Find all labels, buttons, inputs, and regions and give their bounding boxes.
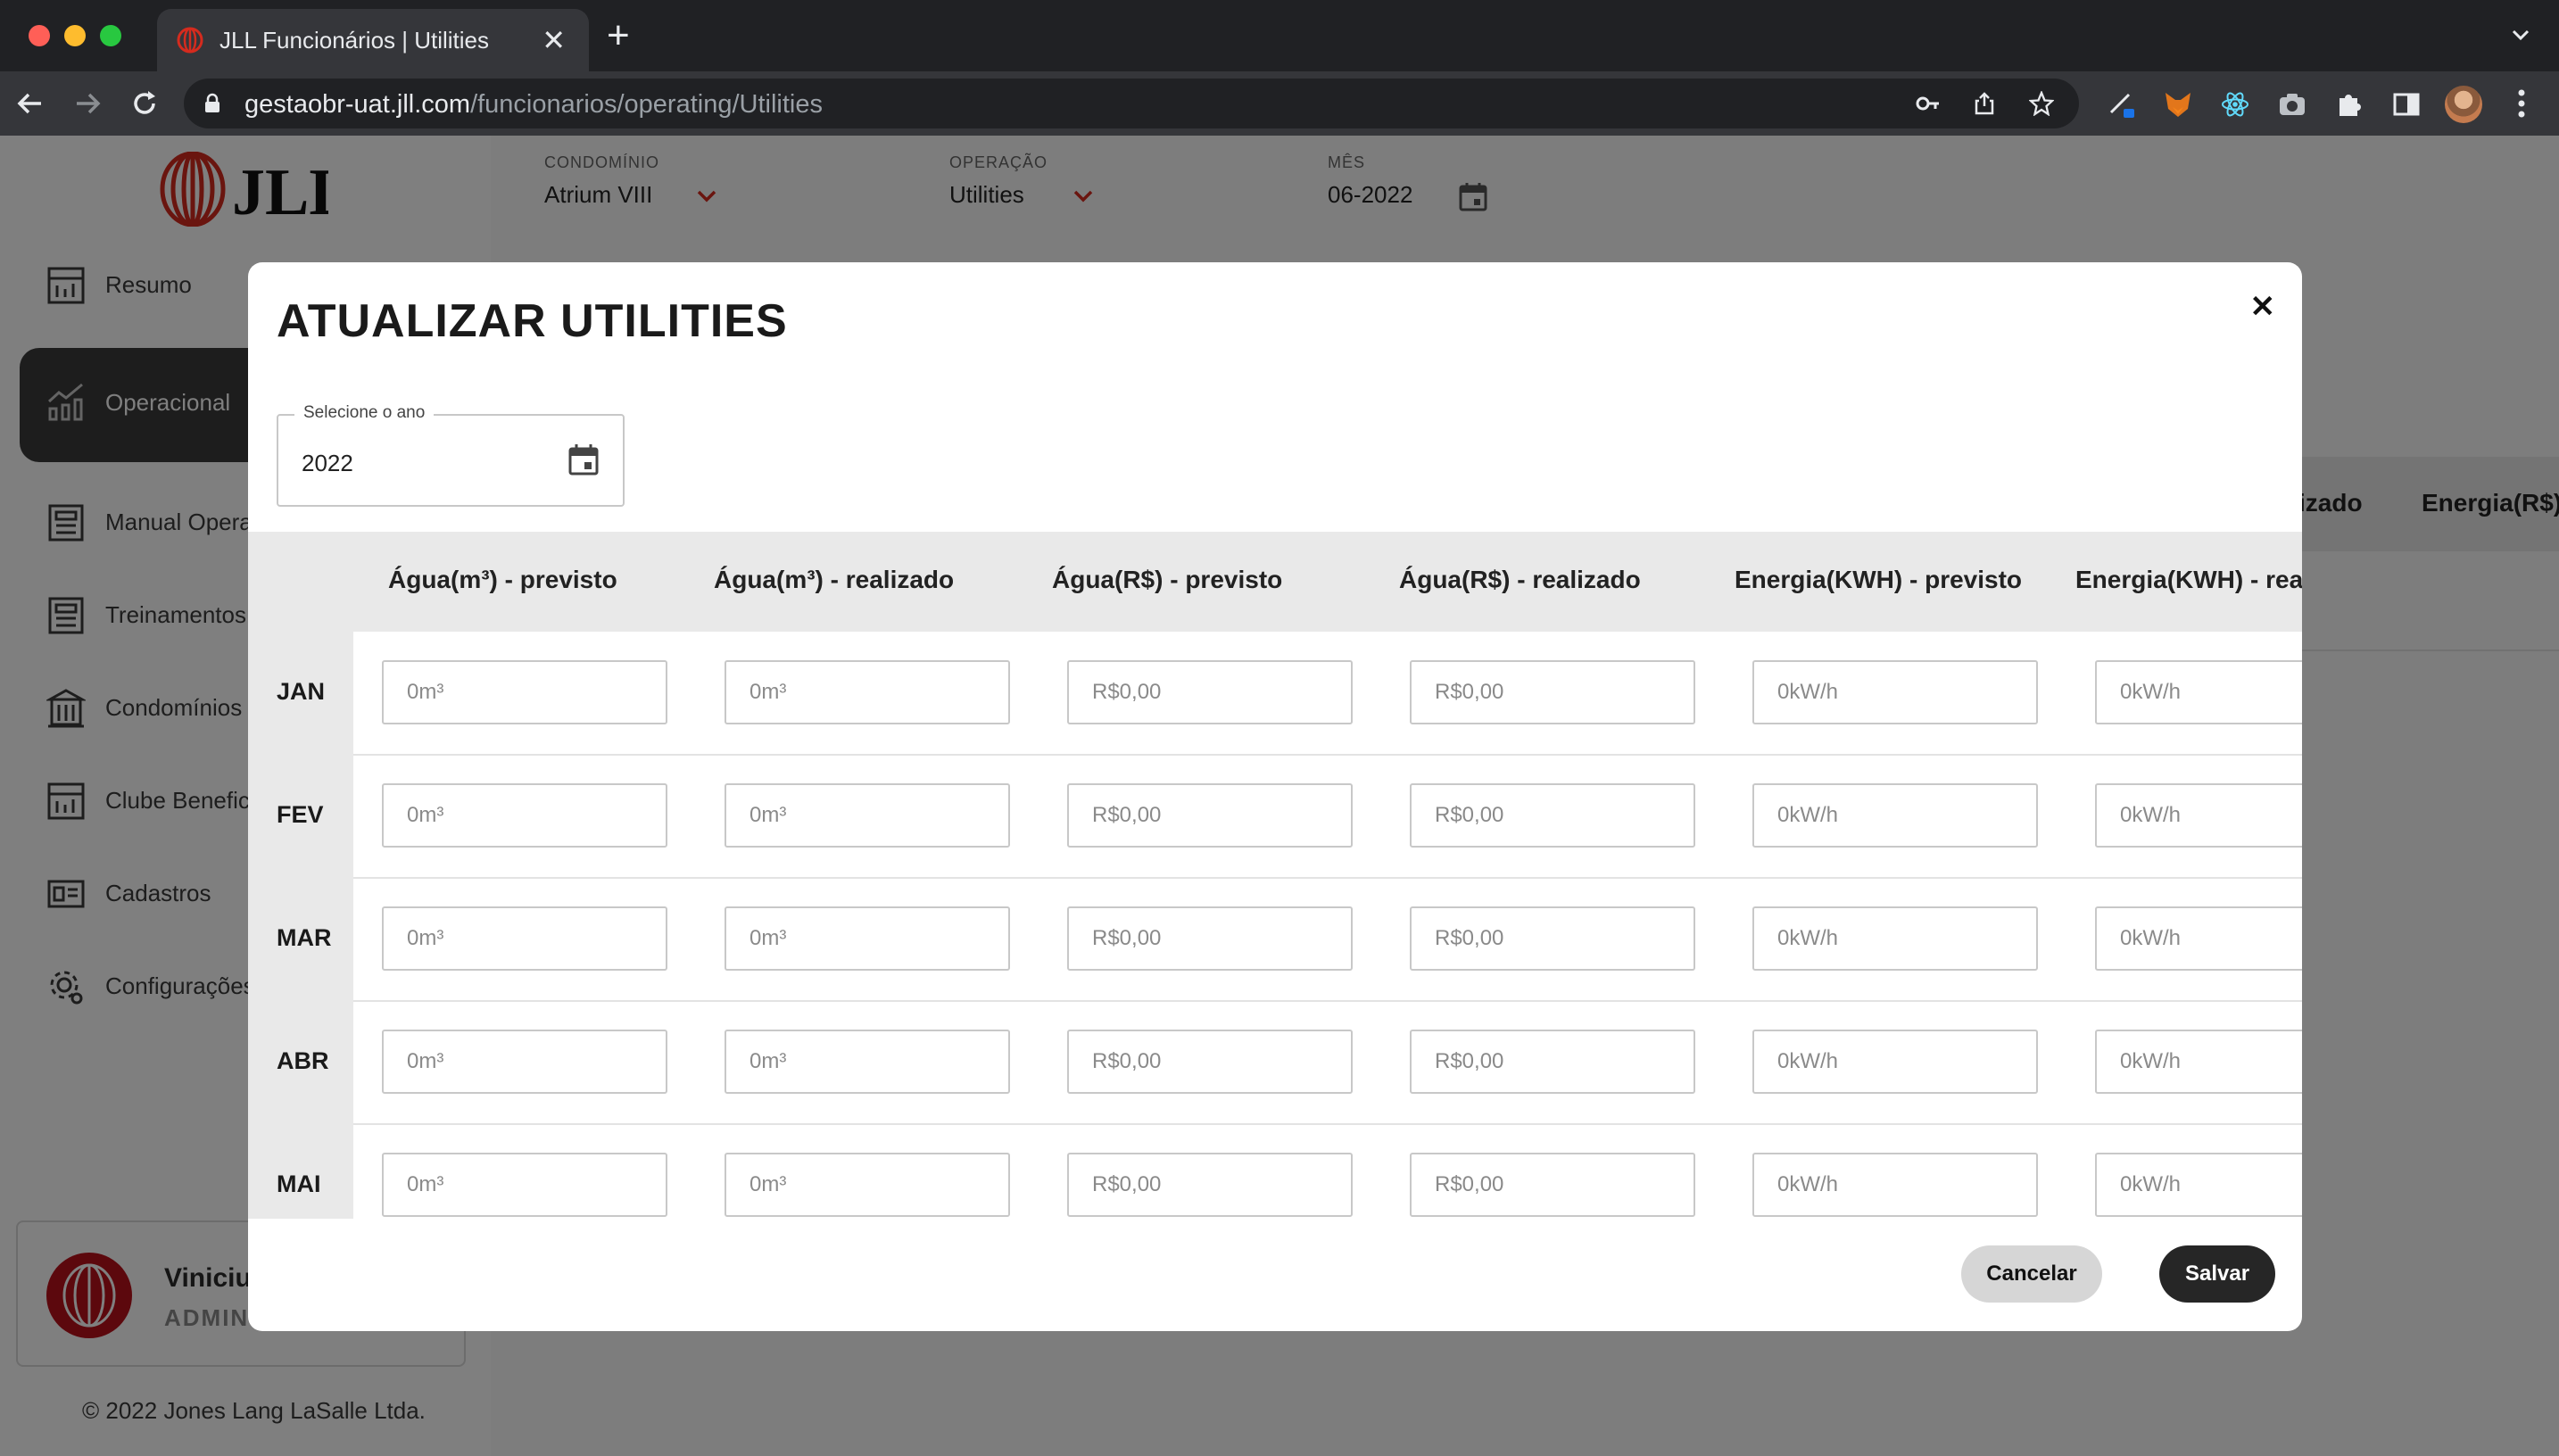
fox-extension-icon[interactable] (2163, 89, 2193, 120)
save-button[interactable]: Salvar (2159, 1245, 2275, 1303)
agua-rs-previsto-input[interactable]: R$0,00 (1067, 906, 1353, 971)
table-row: 0m³ 0m³ R$0,00 R$0,00 0kW/h 0kW/h (353, 755, 2302, 879)
browser-tab[interactable]: JLL Funcionários | Utilities ✕ (157, 9, 589, 71)
close-icon[interactable]: ✕ (2250, 289, 2276, 325)
energia-kwh-previsto-input[interactable]: 0kW/h (1752, 783, 2038, 848)
chevron-down-icon[interactable] (2509, 23, 2532, 46)
energia-kwh-previsto-input[interactable]: 0kW/h (1752, 660, 2038, 724)
agua-rs-previsto-input[interactable]: R$0,00 (1067, 660, 1353, 724)
camera-extension-icon[interactable] (2277, 89, 2307, 120)
back-arrow-icon[interactable] (14, 87, 46, 120)
forward-arrow-icon[interactable] (71, 87, 104, 120)
agua-rs-realizado-input[interactable]: R$0,00 (1410, 906, 1695, 971)
month-label: JAN (277, 678, 326, 705)
update-utilities-modal: ATUALIZAR UTILITIES ✕ Selecione o ano 20… (248, 262, 2302, 1331)
browser-menu-icon[interactable] (2516, 87, 2527, 120)
modal-title: ATUALIZAR UTILITIES (277, 295, 788, 347)
column-header: Água(R$) - previsto (1052, 566, 1283, 593)
year-picker-value: 2022 (302, 450, 353, 476)
energia-kwh-previsto-input[interactable]: 0kW/h (1752, 1153, 2038, 1217)
pen-extension-icon[interactable] (2106, 89, 2136, 120)
agua-m3-realizado-input[interactable]: 0m³ (725, 1030, 1010, 1094)
profile-avatar[interactable] (2445, 86, 2482, 123)
month-label: MAR (277, 924, 332, 951)
agua-rs-realizado-input[interactable]: R$0,00 (1410, 660, 1695, 724)
agua-m3-realizado-input[interactable]: 0m³ (725, 906, 1010, 971)
reload-icon[interactable] (128, 87, 161, 120)
table-row: 0m³ 0m³ R$0,00 R$0,00 0kW/h 0kW/h (353, 878, 2302, 1002)
cancel-button[interactable]: Cancelar (1961, 1245, 2102, 1303)
tab-title: JLL Funcionários | Utilities (219, 27, 490, 54)
react-extension-icon[interactable] (2220, 89, 2250, 120)
key-icon[interactable] (1915, 91, 1940, 116)
energia-kwh-realizado-input[interactable]: 0kW/h (2095, 783, 2302, 848)
tab-close-icon[interactable]: ✕ (542, 23, 566, 57)
jll-favicon-icon (177, 27, 203, 54)
column-header: Água(m³) - previsto (388, 566, 617, 593)
energia-kwh-realizado-input[interactable]: 0kW/h (2095, 1153, 2302, 1217)
energia-kwh-previsto-input[interactable]: 0kW/h (1752, 906, 2038, 971)
utilities-table[interactable]: Água(m³) - previsto Água(m³) - realizado… (248, 532, 2302, 1219)
agua-rs-realizado-input[interactable]: R$0,00 (1410, 1153, 1695, 1217)
agua-rs-realizado-input[interactable]: R$0,00 (1410, 783, 1695, 848)
table-header: Água(m³) - previsto Água(m³) - realizado… (248, 532, 2302, 632)
side-panel-icon[interactable] (2391, 89, 2422, 120)
table-row: 0m³ 0m³ R$0,00 R$0,00 0kW/h 0kW/h (353, 632, 2302, 756)
maximize-window-button[interactable] (100, 25, 121, 46)
agua-m3-previsto-input[interactable]: 0m³ (382, 660, 667, 724)
agua-m3-realizado-input[interactable]: 0m³ (725, 660, 1010, 724)
year-picker[interactable]: Selecione o ano 2022 (277, 403, 625, 507)
month-column: JAN FEV MAR ABR MAI (248, 632, 353, 1219)
lock-icon (205, 93, 219, 112)
year-picker-label: Selecione o ano (294, 403, 435, 423)
agua-m3-previsto-input[interactable]: 0m³ (382, 783, 667, 848)
table-row: 0m³ 0m³ R$0,00 R$0,00 0kW/h 0kW/h (353, 1001, 2302, 1125)
close-window-button[interactable] (29, 25, 50, 46)
agua-rs-previsto-input[interactable]: R$0,00 (1067, 1030, 1353, 1094)
column-header: Energia(KWH) - previsto (1735, 566, 2023, 593)
month-label: ABR (277, 1047, 329, 1074)
agua-m3-previsto-input[interactable]: 0m³ (382, 1030, 667, 1094)
column-header: Água(R$) - realizado (1399, 566, 1641, 593)
agua-m3-previsto-input[interactable]: 0m³ (382, 906, 667, 971)
table-row: 0m³ 0m³ R$0,00 R$0,00 0kW/h 0kW/h (353, 1124, 2302, 1219)
url-text: gestaobr-uat.jll.com/funcionarios/operat… (244, 90, 823, 119)
agua-rs-previsto-input[interactable]: R$0,00 (1067, 1153, 1353, 1217)
puzzle-extensions-icon[interactable] (2334, 89, 2364, 120)
column-header: Água(m³) - realizado (714, 566, 955, 593)
energia-kwh-realizado-input[interactable]: 0kW/h (2095, 660, 2302, 724)
calendar-icon[interactable] (567, 443, 600, 476)
address-bar[interactable]: gestaobr-uat.jll.com/funcionarios/operat… (184, 79, 2079, 128)
energia-kwh-previsto-input[interactable]: 0kW/h (1752, 1030, 2038, 1094)
agua-m3-realizado-input[interactable]: 0m³ (725, 1153, 1010, 1217)
share-icon[interactable] (1972, 91, 1997, 116)
energia-kwh-realizado-input[interactable]: 0kW/h (2095, 1030, 2302, 1094)
agua-rs-previsto-input[interactable]: R$0,00 (1067, 783, 1353, 848)
agua-m3-previsto-input[interactable]: 0m³ (382, 1153, 667, 1217)
column-header: Energia(KWH) - realizado (2075, 566, 2302, 593)
browser-tab-bar: JLL Funcionários | Utilities ✕ + (0, 0, 2559, 71)
browser-toolbar: gestaobr-uat.jll.com/funcionarios/operat… (0, 71, 2559, 136)
new-tab-icon[interactable]: + (607, 16, 630, 55)
bookmark-star-icon[interactable] (2029, 91, 2054, 116)
month-label: MAI (277, 1171, 321, 1197)
month-label: FEV (277, 801, 324, 828)
agua-rs-realizado-input[interactable]: R$0,00 (1410, 1030, 1695, 1094)
agua-m3-realizado-input[interactable]: 0m³ (725, 783, 1010, 848)
energia-kwh-realizado-input[interactable]: 0kW/h (2095, 906, 2302, 971)
minimize-window-button[interactable] (64, 25, 86, 46)
